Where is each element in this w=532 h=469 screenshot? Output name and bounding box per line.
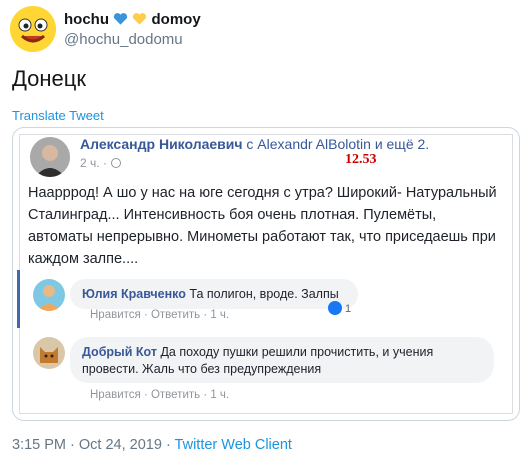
time-stamp-annotation: 12.53	[345, 152, 377, 167]
comment-actions: Нравится · Ответить · 1 ч.	[90, 309, 230, 321]
fb-author-avatar	[30, 137, 70, 177]
display-name-text: hochu	[64, 11, 109, 28]
comment-actions: Нравится · Ответить · 1 ч.	[90, 389, 230, 401]
display-name[interactable]: hochu domoy	[64, 11, 201, 28]
fb-author-line: Александр Николаевич с Alexandr AlBoloti…	[80, 136, 429, 152]
comment-reaction-count: 1	[328, 301, 351, 315]
translate-tweet-link[interactable]: Translate Tweet	[12, 108, 104, 123]
tweet-timestamp[interactable]: 3:15 PM · Oct 24, 2019 ·	[12, 437, 175, 453]
like-count: 1	[345, 303, 352, 315]
tweet-metadata: 3:15 PM · Oct 24, 2019 · Twitter Web Cli…	[12, 437, 292, 453]
comment-author: Добрый Кот	[82, 345, 157, 359]
like-icon	[328, 301, 342, 315]
comment-avatar	[33, 279, 65, 311]
globe-icon	[110, 158, 121, 168]
fb-with-text: с Alexandr AlBolotin и ещё 2.	[246, 136, 430, 152]
comment-bubble: Добрый Кот Да походу пушки решили прочис…	[70, 337, 494, 383]
comment-author: Юлия Кравченко	[82, 287, 186, 301]
blue-heart-icon	[114, 13, 128, 25]
fb-post-time: 2 ч. ·	[80, 156, 121, 170]
tweet-client-link[interactable]: Twitter Web Client	[175, 437, 292, 453]
display-name-suffix: domoy	[151, 11, 201, 28]
user-handle[interactable]: @hochu_dodomu	[64, 31, 183, 48]
tweet-text: Донецк	[12, 66, 86, 91]
yellow-heart-icon	[133, 13, 147, 25]
comment-bubble: Юлия Кравченко Та полигон, вроде. Залпы	[70, 279, 358, 309]
fb-post-text: Наарррод! А шо у нас на юге сегодня с ут…	[28, 185, 497, 267]
avatar[interactable]	[10, 6, 56, 52]
comment-avatar	[33, 337, 65, 369]
comment-text: Та полигон, вроде. Залпы	[189, 287, 339, 301]
comment-highlight-bar	[17, 270, 20, 328]
fb-author-name: Александр Николаевич	[80, 136, 243, 152]
fb-time-text: 2 ч. ·	[80, 156, 107, 170]
